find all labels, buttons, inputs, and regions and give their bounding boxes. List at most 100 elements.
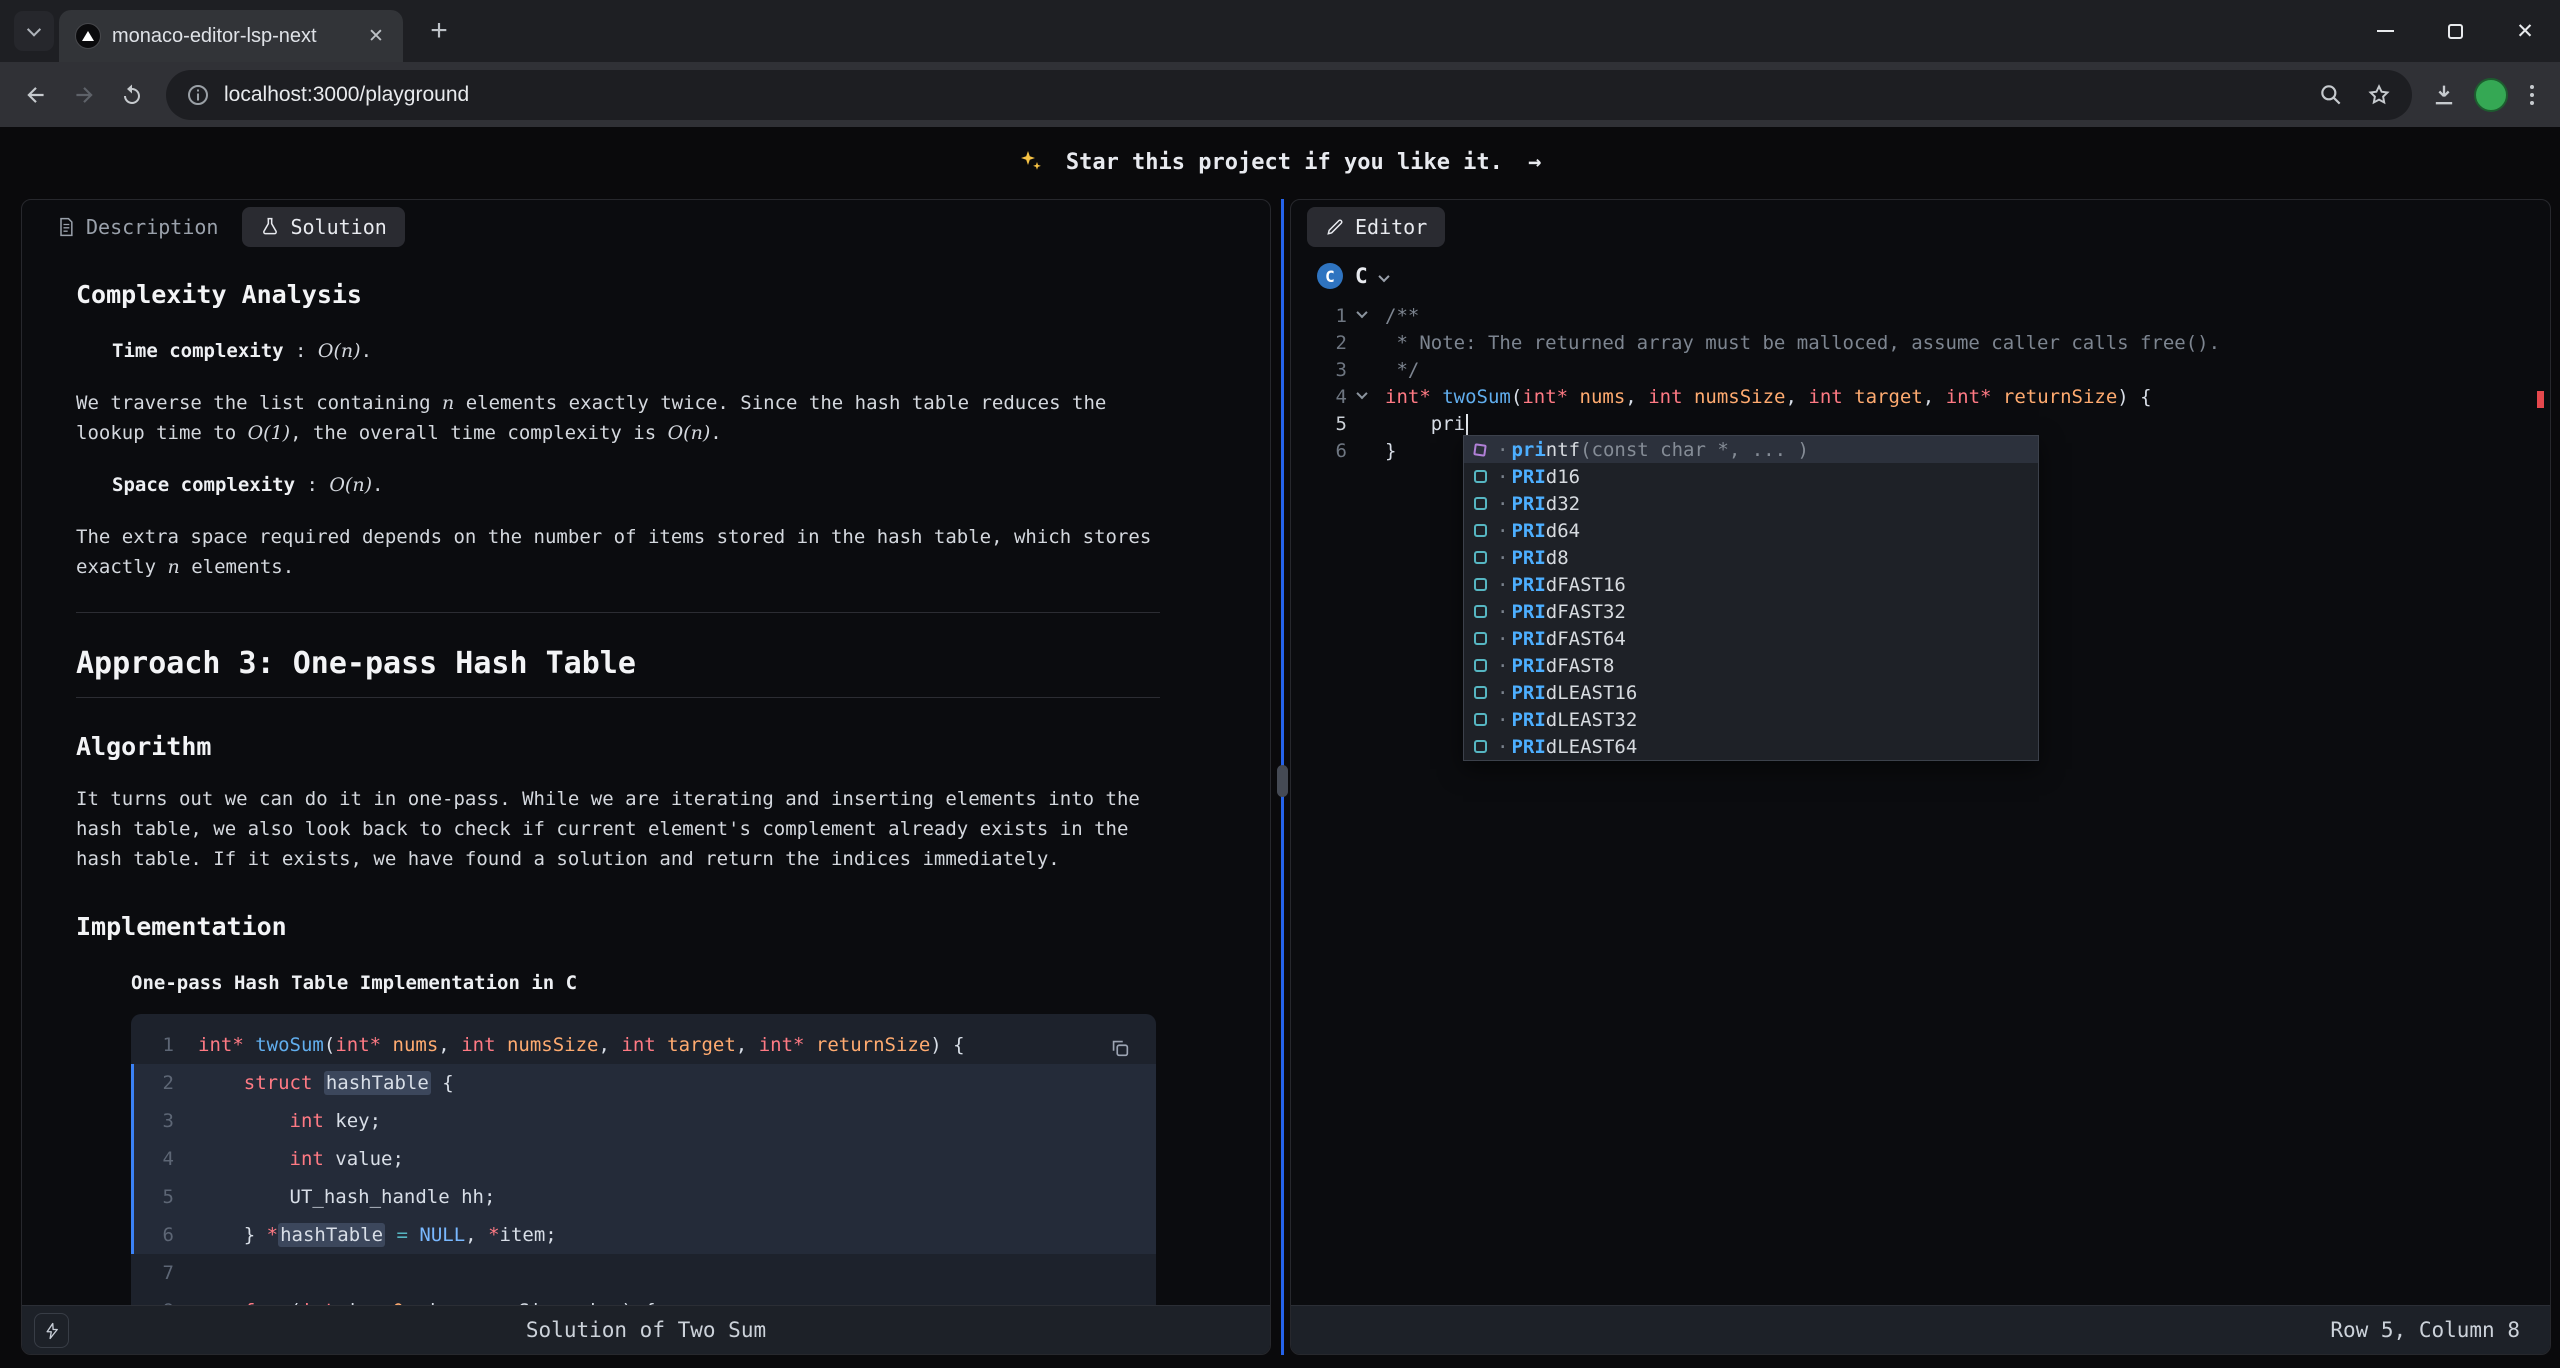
space-complexity-paragraph: The extra space required depends on the … — [76, 522, 1160, 582]
suggestion-label: PRIdLEAST32 — [1497, 709, 1637, 731]
suggestion-item[interactable]: PRId16 — [1464, 463, 2038, 490]
editor-line[interactable]: 3 */ — [1291, 356, 2550, 383]
editor-code-text: pri — [1385, 413, 1468, 435]
suggestion-item[interactable]: PRId32 — [1464, 490, 2038, 517]
suggestion-item[interactable]: PRIdLEAST64 — [1464, 733, 2038, 760]
line-number: 1 — [134, 1030, 174, 1060]
panel-resize-divider[interactable] — [1281, 199, 1284, 1355]
code-caption: One-pass Hash Table Implementation in C — [131, 968, 1160, 998]
heading-algorithm: Algorithm — [76, 732, 1160, 762]
constant-icon — [1470, 548, 1490, 568]
tab-solution[interactable]: Solution — [242, 207, 404, 247]
actions-button[interactable] — [34, 1313, 69, 1348]
new-tab-button[interactable]: + — [418, 10, 460, 52]
editor-line[interactable]: 1/** — [1291, 302, 2550, 329]
line-number: 5 — [134, 1182, 174, 1212]
star-project-link[interactable]: Star this project if you like it. → — [0, 149, 2560, 175]
line-number: 3 — [134, 1106, 174, 1136]
constant-icon — [1470, 710, 1490, 730]
suggestion-label: PRId64 — [1497, 520, 1580, 542]
code-text: int value; — [198, 1144, 404, 1174]
monaco-editor[interactable]: 1/**2 * Note: The returned array must be… — [1291, 298, 2550, 1305]
suggestion-item[interactable]: PRId64 — [1464, 517, 2038, 544]
tab-close-icon[interactable]: ✕ — [361, 21, 391, 51]
document-icon — [56, 217, 76, 237]
suggestion-item[interactable]: PRIdFAST8 — [1464, 652, 2038, 679]
heading-approach: Approach 3: One-pass Hash Table — [76, 649, 1160, 698]
zoom-icon[interactable] — [2318, 82, 2344, 108]
url-text: localhost:3000/playground — [224, 83, 2304, 107]
code-line: 2 struct hashTable { — [131, 1064, 1156, 1102]
tab-label: Editor — [1355, 215, 1427, 239]
constant-icon — [1470, 521, 1490, 541]
suggestion-item[interactable]: PRIdFAST64 — [1464, 625, 2038, 652]
editor-code-text: /** — [1385, 305, 1419, 327]
constant-icon — [1470, 467, 1490, 487]
suggestion-item[interactable]: printf(const char *, ... ) — [1464, 436, 2038, 463]
editor-line-number: 3 — [1291, 359, 1347, 381]
suggestion-item[interactable]: PRIdFAST32 — [1464, 598, 2038, 625]
code-line: 4 int value; — [131, 1140, 1156, 1178]
copy-code-button[interactable] — [1102, 1030, 1138, 1066]
suggestion-item[interactable]: PRId8 — [1464, 544, 2038, 571]
fold-chevron-icon[interactable] — [1347, 394, 1377, 399]
window-close-button[interactable]: ✕ — [2490, 0, 2560, 62]
chevron-down-icon — [27, 23, 41, 37]
language-selector[interactable] — [1380, 267, 1388, 286]
window-maximize-button[interactable] — [2420, 0, 2490, 62]
playground-page: Star this project if you like it. → Desc… — [0, 127, 2560, 1368]
solution-status-bar: Solution of Two Sum — [22, 1305, 1270, 1354]
tab-search-button[interactable] — [14, 11, 54, 51]
editor-line[interactable]: 2 * Note: The returned array must be mal… — [1291, 329, 2550, 356]
editor-code-text: int* twoSum(int* nums, int numsSize, int… — [1385, 386, 2152, 408]
editor-line-number: 4 — [1291, 386, 1347, 408]
code-line: 1int* twoSum(int* nums, int numsSize, in… — [131, 1026, 1156, 1064]
cursor-position-text: Row 5, Column 8 — [1291, 1318, 2550, 1342]
suggestion-item[interactable]: PRIdLEAST16 — [1464, 679, 2038, 706]
editor-code-text: * Note: The returned array must be mallo… — [1385, 332, 2220, 354]
reload-button[interactable] — [108, 71, 156, 119]
constant-icon — [1470, 656, 1490, 676]
fold-chevron-icon[interactable] — [1347, 313, 1377, 318]
tab-description[interactable]: Description — [38, 207, 236, 247]
line-number: 6 — [134, 1220, 174, 1250]
constant-icon — [1470, 629, 1490, 649]
back-button[interactable] — [12, 71, 60, 119]
code-line: 8 for (int i = 0; i < numsSize; i++) { — [131, 1292, 1156, 1305]
tab-label: Description — [86, 215, 218, 239]
time-complexity-line: Time complexity : O(n). — [112, 336, 1160, 366]
tab-editor[interactable]: Editor — [1307, 207, 1445, 247]
code-text: } *hashTable = NULL, *item; — [198, 1220, 557, 1250]
suggestion-item[interactable]: PRIdLEAST32 — [1464, 706, 2038, 733]
line-number: 7 — [134, 1258, 174, 1288]
forward-button[interactable] — [60, 71, 108, 119]
editor-status-bar: Row 5, Column 8 — [1291, 1305, 2550, 1354]
language-selector-value: C — [1355, 264, 1368, 288]
browser-tab[interactable]: monaco-editor-lsp-next ✕ — [59, 10, 403, 62]
lightning-bolt-icon — [43, 1322, 61, 1340]
suggestion-item[interactable]: PRIdFAST16 — [1464, 571, 2038, 598]
address-bar[interactable]: localhost:3000/playground — [166, 70, 2412, 120]
suggestion-label: PRIdFAST8 — [1497, 655, 1614, 677]
flask-icon — [260, 217, 280, 237]
window-minimize-button[interactable] — [2350, 0, 2420, 62]
reload-icon — [120, 83, 144, 107]
editor-line-number: 2 — [1291, 332, 1347, 354]
profile-avatar[interactable] — [2474, 78, 2508, 112]
chevron-down-icon — [1378, 270, 1389, 281]
code-text: for (int i = 0; i < numsSize; i++) { — [198, 1296, 656, 1305]
editor-line[interactable]: 5 pri — [1291, 410, 2550, 437]
section-divider — [76, 612, 1160, 613]
bookmark-star-icon[interactable] — [2366, 82, 2392, 108]
menu-kebab-icon[interactable] — [2524, 79, 2540, 111]
method-icon — [1470, 440, 1490, 460]
window-controls: ✕ — [2350, 0, 2560, 62]
editor-line[interactable]: 4 int* twoSum(int* nums, int numsSize, in… — [1291, 383, 2550, 410]
site-info-icon[interactable] — [186, 83, 210, 107]
constant-icon — [1470, 575, 1490, 595]
resize-grip-handle[interactable] — [1277, 765, 1288, 797]
line-number: 8 — [134, 1296, 174, 1305]
sparkle-icon — [1019, 149, 1043, 173]
site-favicon-icon — [75, 23, 101, 49]
download-icon[interactable] — [2430, 81, 2458, 109]
